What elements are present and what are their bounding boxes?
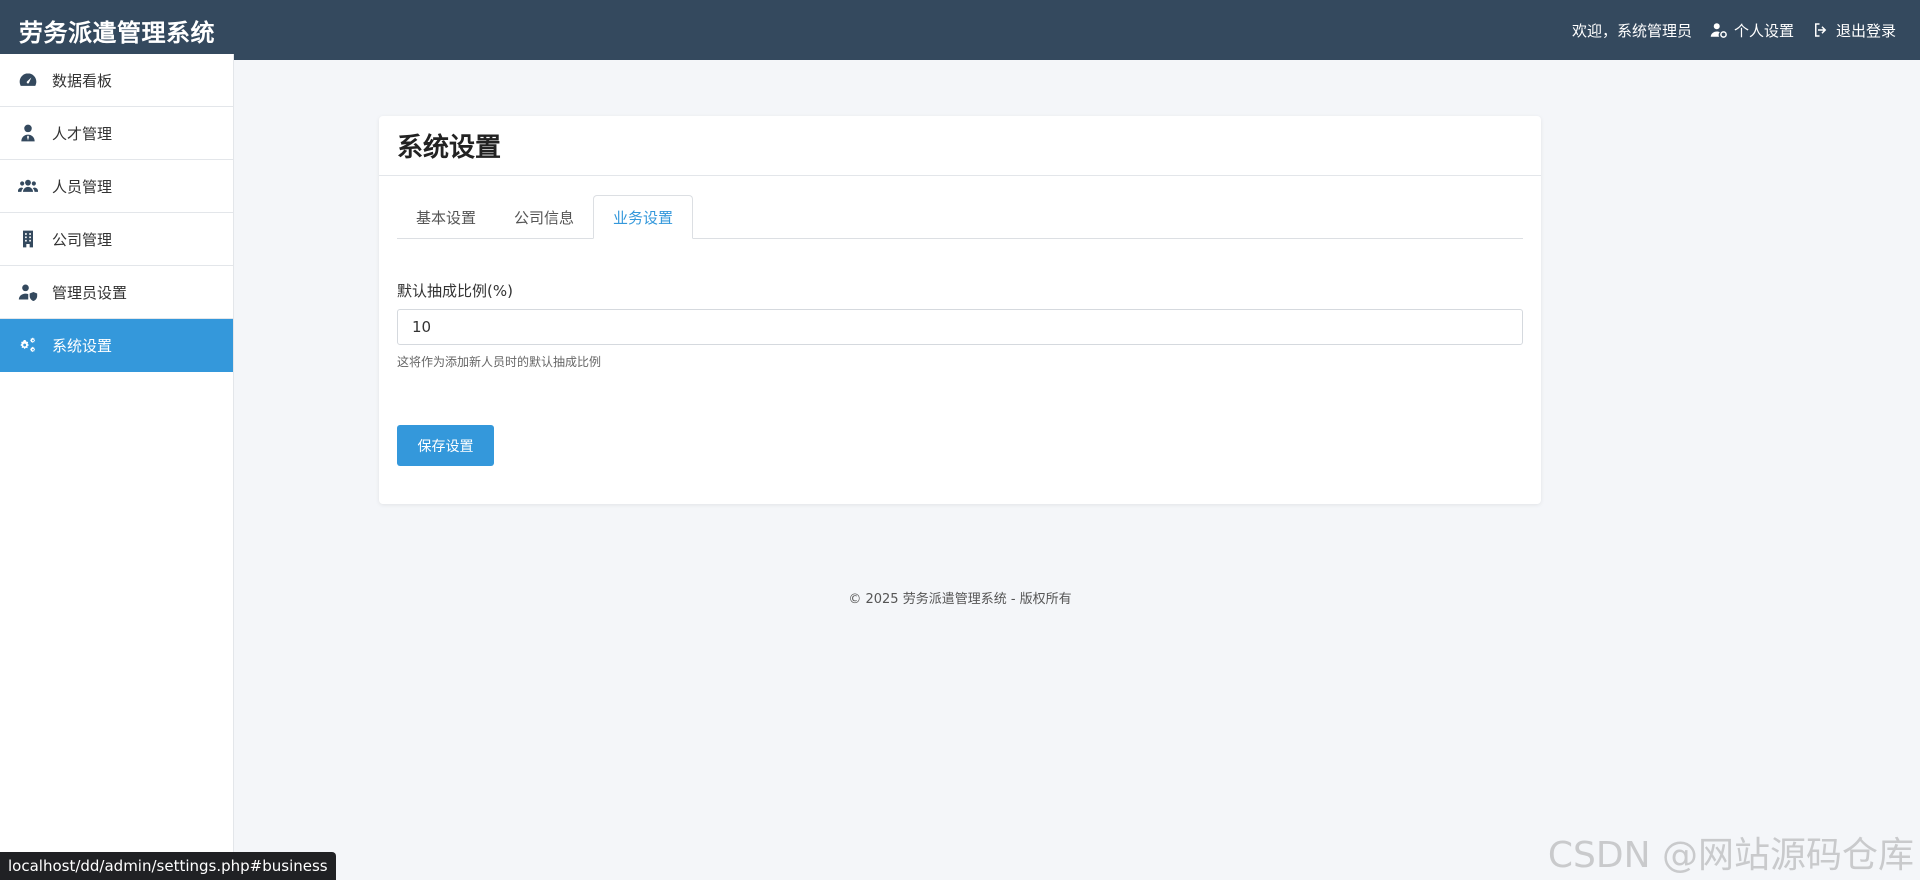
sidebar: 数据看板 人才管理 人员管理 公司管理 管理员设置 系统设置 (0, 54, 234, 880)
sidebar-item-label: 数据看板 (52, 71, 113, 90)
settings-card: 系统设置 基本设置 公司信息 业务设置 默认抽成比例(%) 这将作为添加新人员时… (379, 116, 1541, 504)
settings-tabs: 基本设置 公司信息 业务设置 (397, 195, 1523, 239)
status-bar-url: localhost/dd/admin/settings.php#business (0, 852, 336, 880)
profile-settings-label: 个人设置 (1733, 21, 1794, 40)
top-right-menu: 欢迎，系统管理员 个人设置 退出登录 (1572, 20, 1920, 41)
sidebar-item-system-settings[interactable]: 系统设置 (0, 319, 233, 372)
logout-label: 退出登录 (1835, 21, 1896, 40)
profile-settings-link[interactable]: 个人设置 (1710, 20, 1794, 41)
save-settings-button[interactable]: 保存设置 (397, 425, 494, 466)
tab-basic-settings[interactable]: 基本设置 (397, 195, 495, 239)
sidebar-item-admin-settings[interactable]: 管理员设置 (0, 266, 233, 319)
users-icon (18, 179, 38, 192)
tab-business-settings[interactable]: 业务设置 (593, 195, 694, 239)
footer-copyright: © 2025 劳务派遣管理系统 - 版权所有 (848, 592, 1072, 607)
logout-link[interactable]: 退出登录 (1812, 20, 1896, 41)
sidebar-item-staff[interactable]: 人员管理 (0, 160, 233, 213)
welcome-text: 欢迎，系统管理员 (1571, 21, 1692, 40)
page-title: 系统设置 (379, 116, 1541, 176)
cogs-icon (20, 337, 36, 353)
building-icon (23, 230, 33, 248)
sidebar-item-dashboard[interactable]: 数据看板 (0, 54, 233, 107)
commission-rate-label: 默认抽成比例(%) (397, 282, 513, 300)
sidebar-item-label: 人员管理 (52, 177, 113, 196)
top-navbar: 劳务派遣管理系统 欢迎，系统管理员 个人设置 退出登录 (0, 0, 1920, 60)
sidebar-item-label: 管理员设置 (52, 283, 128, 302)
sidebar-item-label: 公司管理 (52, 230, 113, 249)
watermark: CSDN @网站源码仓库 (1547, 835, 1914, 876)
sign-out-icon (1814, 23, 1827, 37)
dashboard-icon (19, 73, 37, 86)
brand-title[interactable]: 劳务派遣管理系统 (0, 0, 234, 60)
business-settings-form: 默认抽成比例(%) 这将作为添加新人员时的默认抽成比例 (397, 280, 1523, 370)
sidebar-item-company[interactable]: 公司管理 (0, 213, 233, 266)
tab-company-info[interactable]: 公司信息 (495, 195, 593, 239)
commission-rate-input[interactable] (397, 309, 1523, 345)
user-cog-icon (1710, 23, 1727, 38)
user-tie-icon (21, 124, 35, 142)
sidebar-item-label: 系统设置 (52, 336, 113, 355)
sidebar-item-talent[interactable]: 人才管理 (0, 107, 233, 160)
user-shield-icon (18, 284, 38, 301)
commission-rate-help: 这将作为添加新人员时的默认抽成比例 (397, 355, 602, 369)
sidebar-item-label: 人才管理 (52, 124, 113, 143)
